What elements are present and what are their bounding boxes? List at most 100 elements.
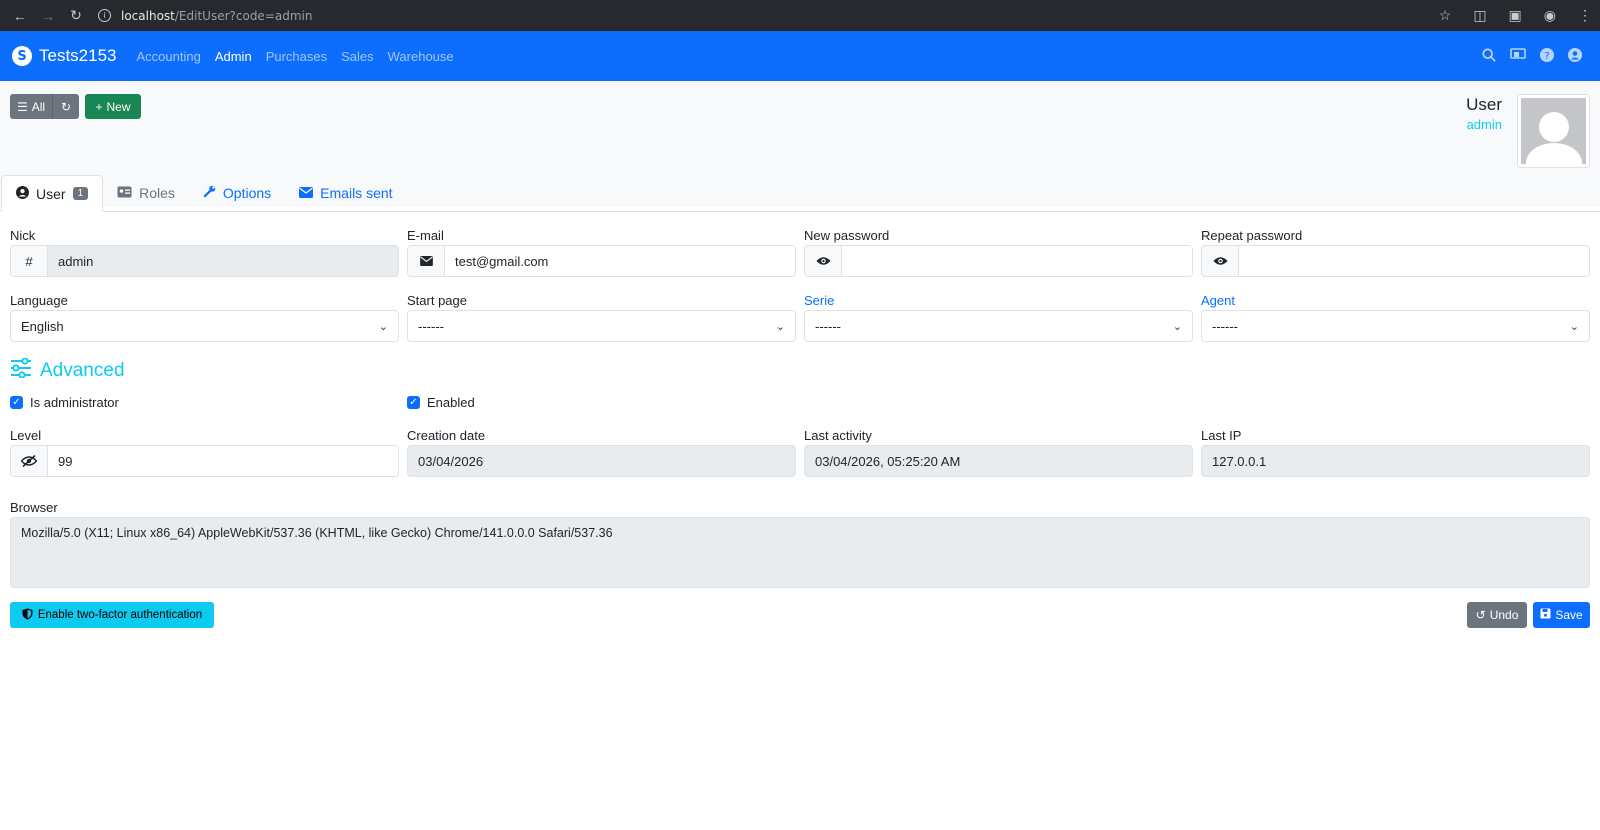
chevron-down-icon: ⌄	[775, 320, 785, 333]
advanced-title-text: Advanced	[40, 360, 125, 381]
agent-select[interactable]: ------ ⌄	[1201, 310, 1590, 342]
list-button-group: ☰ All ↻	[10, 94, 79, 119]
wrench-icon	[203, 185, 216, 201]
all-button-label: All	[31, 99, 46, 114]
chevron-down-icon: ⌄	[378, 320, 388, 333]
email-field[interactable]: test@gmail.com	[407, 245, 796, 277]
save-label: Save	[1555, 608, 1583, 622]
reload-icon[interactable]: ↻	[68, 7, 84, 24]
creation-date-label: Creation date	[407, 428, 486, 443]
cast-icon[interactable]: ▣	[1509, 7, 1522, 24]
brand-logo-icon[interactable]: S	[12, 46, 32, 66]
all-button[interactable]: ☰ All	[10, 94, 52, 119]
checkmark-icon[interactable]: ✓	[10, 396, 23, 409]
eye-icon[interactable]	[1202, 246, 1239, 276]
nick-field: # admin	[10, 245, 399, 277]
enabled-checkbox[interactable]: ✓ Enabled	[407, 395, 475, 410]
last-activity-field: 03/04/2026, 05:25:20 AM	[804, 445, 1193, 477]
language-selected: English	[21, 318, 64, 334]
user-menu-icon[interactable]	[1568, 47, 1582, 65]
envelope-icon	[299, 185, 314, 201]
eye-slash-icon	[11, 446, 48, 476]
hash-icon: #	[11, 246, 48, 276]
app-navbar: S Tests2153 Accounting Admin Purchases S…	[0, 31, 1600, 81]
help-icon[interactable]: ?	[1540, 47, 1554, 65]
serie-select[interactable]: ------ ⌄	[804, 310, 1193, 342]
address-bar[interactable]: i localhost/EditUser?code=admin	[98, 9, 312, 23]
nav-item-sales[interactable]: Sales	[341, 49, 374, 64]
tab-bar: User 1 Roles Options Emails sent	[0, 175, 1600, 212]
new-password-label: New password	[804, 228, 890, 243]
avatar[interactable]	[1517, 94, 1590, 168]
undo-icon: ↺	[1475, 608, 1486, 622]
creation-date-field: 03/04/2026	[407, 445, 796, 477]
profile-icon[interactable]: ◉	[1544, 7, 1556, 24]
svg-text:?: ?	[1544, 51, 1549, 62]
shield-icon	[22, 608, 33, 623]
enable-two-factor-label: Enable two-factor authentication	[37, 609, 203, 621]
envelope-icon	[408, 246, 445, 276]
new-password-field[interactable]	[804, 245, 1193, 277]
repeat-password-label: Repeat password	[1201, 228, 1303, 243]
email-input[interactable]: test@gmail.com	[445, 246, 795, 276]
chevron-down-icon: ⌄	[1569, 320, 1579, 333]
id-card-icon	[117, 185, 132, 201]
nav-item-accounting[interactable]: Accounting	[137, 49, 201, 64]
serie-label[interactable]: Serie	[804, 293, 834, 308]
is-administrator-label: Is administrator	[30, 395, 119, 410]
chat-icon[interactable]	[1510, 47, 1526, 65]
extensions-icon[interactable]: ◫	[1473, 7, 1486, 24]
tab-options-label: Options	[222, 185, 272, 201]
browser-textarea: Mozilla/5.0 (X11; Linux x86_64) AppleWeb…	[10, 517, 1590, 588]
agent-label[interactable]: Agent	[1201, 293, 1235, 308]
start-page-selected: ------	[418, 318, 444, 334]
level-input[interactable]: 99	[48, 446, 398, 476]
enable-two-factor-button[interactable]: Enable two-factor authentication	[10, 602, 214, 628]
level-label: Level	[10, 428, 42, 443]
serie-selected: ------	[815, 318, 841, 334]
nav-item-purchases[interactable]: Purchases	[266, 49, 327, 64]
tab-emails-sent[interactable]: Emails sent	[285, 175, 406, 211]
new-button[interactable]: + New	[85, 94, 141, 119]
bookmark-star-icon[interactable]: ☆	[1439, 7, 1452, 24]
refresh-button[interactable]: ↻	[52, 94, 79, 119]
last-activity-label: Last activity	[804, 428, 872, 443]
new-password-input[interactable]	[842, 246, 1192, 276]
nav-item-warehouse[interactable]: Warehouse	[388, 49, 454, 64]
tab-user-label: User	[36, 185, 66, 202]
language-label: Language	[10, 293, 68, 308]
save-button[interactable]: Save	[1533, 602, 1590, 628]
forward-arrow-icon[interactable]: →	[40, 8, 56, 24]
browser-menu-icon[interactable]: ⋮	[1578, 7, 1592, 24]
back-arrow-icon[interactable]: ←	[12, 8, 28, 24]
avatar-placeholder-icon	[1521, 98, 1586, 164]
email-label: E-mail	[407, 228, 444, 243]
search-icon[interactable]	[1482, 47, 1496, 65]
start-page-select[interactable]: ------ ⌄	[407, 310, 796, 342]
checkmark-icon[interactable]: ✓	[407, 396, 420, 409]
agent-selected: ------	[1212, 318, 1238, 334]
plus-icon: +	[95, 99, 103, 114]
tab-user[interactable]: User 1	[1, 175, 104, 212]
list-icon: ☰	[16, 99, 28, 114]
eye-icon[interactable]	[805, 246, 842, 276]
browser-label: Browser	[10, 500, 58, 515]
nick-label: Nick	[10, 228, 36, 243]
nav-item-admin[interactable]: Admin	[215, 49, 252, 64]
sliders-icon	[10, 357, 32, 384]
url-path: /EditUser?code=admin	[174, 8, 313, 23]
brand-name[interactable]: Tests2153	[39, 46, 117, 66]
repeat-password-field[interactable]	[1201, 245, 1590, 277]
site-info-icon[interactable]: i	[98, 9, 111, 22]
undo-button[interactable]: ↺ Undo	[1467, 602, 1527, 628]
language-select[interactable]: English ⌄	[10, 310, 399, 342]
new-button-label: New	[106, 99, 131, 114]
level-field[interactable]: 99	[10, 445, 399, 477]
repeat-password-input[interactable]	[1239, 246, 1589, 276]
tab-options[interactable]: Options	[189, 175, 285, 211]
browser-toolbar: ← → ↻ i localhost/EditUser?code=admin ☆ …	[0, 0, 1600, 31]
is-administrator-checkbox[interactable]: ✓ Is administrator	[10, 395, 119, 410]
tab-roles[interactable]: Roles	[103, 175, 189, 211]
undo-label: Undo	[1489, 608, 1519, 622]
url-host: localhost	[121, 8, 175, 23]
